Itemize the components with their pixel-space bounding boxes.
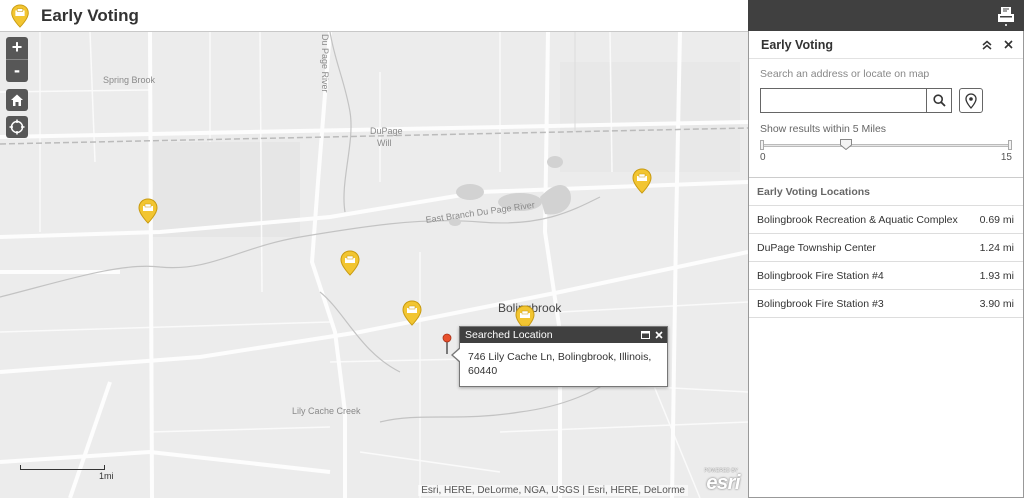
popup-address: 746 Lily Cache Ln, Bolingbrook, Illinois… — [468, 351, 652, 377]
locate-me-button[interactable] — [6, 116, 28, 138]
location-distance: 1.24 mi — [979, 241, 1014, 254]
searched-location-popup: Searched Location 746 Lily Cache Ln, Bol… — [451, 326, 668, 387]
slider-handle[interactable] — [840, 139, 852, 150]
search-section: Search an address or locate on map Show … — [749, 59, 1023, 178]
ballot-box-icon[interactable] — [402, 300, 422, 326]
popup-header: Searched Location — [460, 327, 667, 343]
zoom-in-button[interactable]: + — [6, 37, 28, 59]
slider-max-label: 15 — [1000, 152, 1012, 163]
map-basemap — [0, 32, 748, 498]
map-label-will: Will — [377, 138, 392, 148]
close-icon[interactable] — [655, 331, 663, 339]
locations-list-header: Early Voting Locations — [749, 178, 1023, 206]
location-distance: 1.93 mi — [979, 269, 1014, 282]
app-header: Early Voting — [0, 0, 748, 32]
location-row[interactable]: Bolingbrook Fire Station #4 1.93 mi — [749, 262, 1023, 290]
search-row — [760, 88, 1012, 113]
scale-bar — [20, 465, 105, 470]
widget-toolbar — [748, 0, 1024, 31]
double-chevron-up-icon[interactable] — [982, 40, 992, 50]
location-name: DuPage Township Center — [757, 241, 876, 254]
location-distance: 3.90 mi — [979, 297, 1014, 310]
home-icon — [11, 94, 23, 106]
search-button[interactable] — [926, 88, 952, 113]
radius-text: Show results within 5 Miles — [760, 123, 887, 135]
search-icon — [932, 94, 946, 107]
slider-ticks: 0 15 — [760, 152, 1012, 164]
address-search-input[interactable] — [760, 88, 926, 113]
locations-list: Bolingbrook Recreation & Aquatic Complex… — [749, 206, 1023, 318]
early-voting-panel: Early Voting Search an address or locate… — [748, 31, 1024, 498]
scale-label: 1mi — [99, 471, 114, 481]
panel-title: Early Voting — [761, 37, 834, 52]
ballot-marker-icon — [11, 3, 29, 28]
slider-max-cap — [1008, 140, 1012, 150]
zoom-out-button[interactable]: - — [6, 60, 28, 82]
map-label-lily-cache-creek: Lily Cache Creek — [292, 406, 361, 416]
slider-min-label: 0 — [760, 152, 766, 163]
slider-min-cap — [760, 140, 764, 150]
radius-slider[interactable] — [760, 138, 1012, 152]
maximize-icon[interactable] — [641, 331, 650, 339]
zoom-control: + - — [6, 37, 28, 82]
map-label-dupage: DuPage — [370, 126, 403, 136]
close-icon[interactable] — [1004, 40, 1013, 49]
home-button[interactable] — [6, 89, 28, 111]
page-title: Early Voting — [41, 5, 139, 25]
ballot-box-icon[interactable] — [632, 168, 652, 194]
popup-tail-fill — [453, 348, 461, 362]
locate-on-map-button[interactable] — [959, 88, 983, 113]
panel-header: Early Voting — [749, 31, 1023, 59]
location-name: Bolingbrook Fire Station #4 — [757, 269, 884, 282]
crosshair-icon — [9, 119, 25, 135]
ballot-box-icon[interactable] — [340, 250, 360, 276]
location-row[interactable]: Bolingbrook Fire Station #3 3.90 mi — [749, 290, 1023, 318]
slider-track[interactable] — [763, 144, 1009, 147]
map-attribution[interactable]: Esri, HERE, DeLorme, NGA, USGS | Esri, H… — [418, 485, 688, 496]
map-view[interactable]: Spring Brook Du Page River DuPage Will E… — [0, 32, 748, 498]
location-row[interactable]: Bolingbrook Recreation & Aquatic Complex… — [749, 206, 1023, 234]
location-name: Bolingbrook Recreation & Aquatic Complex — [757, 213, 958, 226]
location-name: Bolingbrook Fire Station #3 — [757, 297, 884, 310]
map-label-spring-brook: Spring Brook — [103, 75, 156, 85]
location-row[interactable]: DuPage Township Center 1.24 mi — [749, 234, 1023, 262]
ballot-box-icon[interactable] — [138, 198, 158, 224]
location-distance: 0.69 mi — [979, 213, 1014, 226]
location-pin-icon — [965, 92, 977, 109]
search-hint: Search an address or locate on map — [760, 68, 930, 80]
popup-title: Searched Location — [465, 329, 553, 341]
esri-logo[interactable]: esri — [706, 472, 740, 495]
ballot-box-icon[interactable] — [997, 6, 1015, 26]
map-label-dupage-river: Du Page River — [320, 34, 330, 93]
